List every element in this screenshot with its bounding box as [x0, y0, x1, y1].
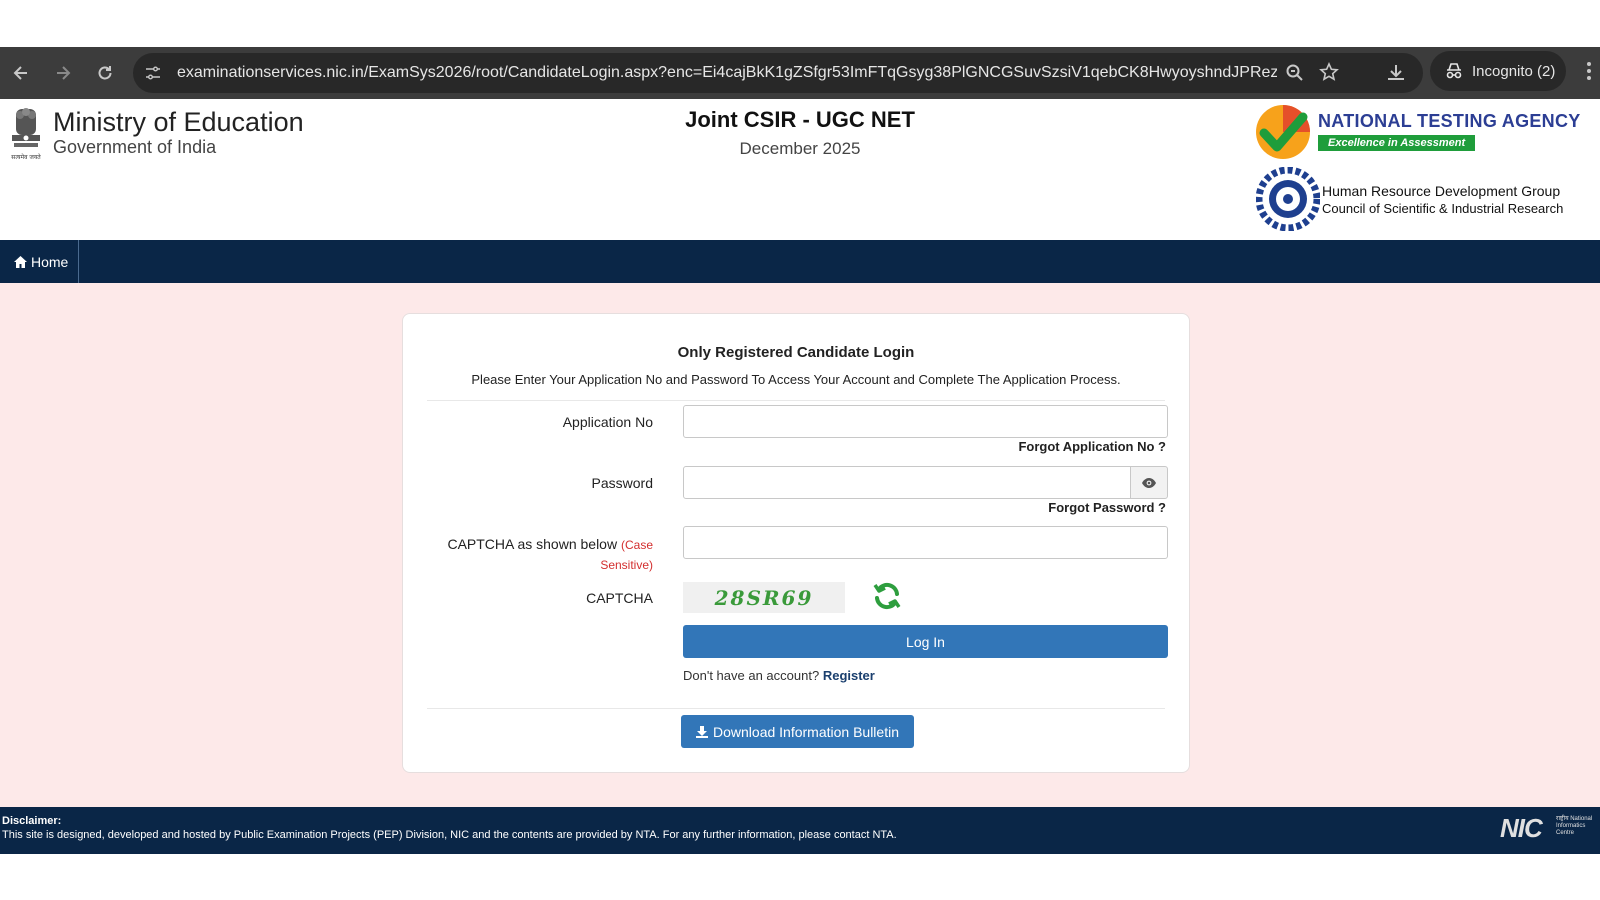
download-bulletin-label: Download Information Bulletin	[713, 723, 899, 740]
divider	[427, 708, 1165, 709]
case-sensitive-note-2: Sensitive)	[600, 558, 653, 572]
reload-button[interactable]	[84, 52, 126, 94]
downloads-button[interactable]	[1385, 62, 1407, 89]
application-no-label: Application No	[562, 414, 653, 430]
download-icon	[1388, 65, 1404, 80]
no-account-text: Don't have an account?	[683, 668, 820, 683]
eye-icon	[1142, 477, 1156, 488]
login-title: Only Registered Candidate Login	[677, 344, 915, 361]
nic-logo-caption: राष्ट्रीय National Informatics Centre	[1556, 816, 1593, 836]
refresh-captcha-icon[interactable]	[871, 580, 903, 612]
bookmark-button[interactable]	[1319, 62, 1339, 87]
login-card: Only Registered Candidate Login Please E…	[402, 313, 1190, 773]
password-label: Password	[591, 475, 653, 491]
incognito-icon	[1444, 62, 1464, 80]
application-no-input[interactable]	[683, 405, 1168, 438]
reload-icon	[98, 66, 112, 80]
star-icon	[1319, 62, 1339, 81]
incognito-badge[interactable]: Incognito (2)	[1430, 51, 1566, 91]
zoom-icon	[1286, 64, 1303, 81]
back-button[interactable]	[0, 52, 42, 94]
download-icon	[696, 725, 708, 738]
nav-home-label: Home	[31, 253, 69, 270]
bottom-blank-area	[0, 854, 1600, 900]
arrow-right-icon	[57, 66, 71, 80]
case-sensitive-note-1: (Case	[620, 538, 653, 552]
forward-button[interactable]	[42, 52, 84, 94]
nav-home-link[interactable]: Home	[0, 240, 80, 283]
captcha-input-label-text: CAPTCHA as shown below	[447, 536, 618, 552]
home-icon	[14, 255, 27, 268]
nic-logo: NIC	[1500, 813, 1543, 843]
captcha-input[interactable]	[683, 526, 1168, 559]
nta-title: NATIONAL TESTING AGENCY	[1318, 111, 1581, 131]
login-description: Please Enter Your Application No and Pas…	[471, 372, 1121, 387]
captcha-image: 28SR69	[683, 582, 845, 613]
captcha-label: CAPTCHA	[586, 590, 653, 606]
divider	[427, 400, 1165, 401]
browser-toolbar: examinationservices.nic.in/ExamSys2026/r…	[0, 47, 1600, 99]
tune-icon	[146, 66, 160, 80]
nta-logo-icon	[1256, 105, 1310, 159]
csir-logo-icon	[1256, 167, 1320, 231]
download-bulletin-button[interactable]: Download Information Bulletin	[681, 715, 914, 748]
csir-line-1: Human Resource Development Group	[1322, 183, 1561, 199]
url-text[interactable]: examinationservices.nic.in/ExamSys2026/r…	[177, 64, 1277, 82]
incognito-label: Incognito (2)	[1472, 62, 1556, 80]
zoom-button[interactable]	[1285, 63, 1305, 88]
register-link[interactable]: Register	[823, 668, 875, 683]
password-input[interactable]	[683, 466, 1131, 499]
login-button[interactable]: Log In	[683, 625, 1168, 658]
site-footer: Disclaimer: This site is designed, devel…	[0, 807, 1600, 854]
arrow-left-icon	[13, 66, 27, 80]
show-password-button[interactable]	[1130, 466, 1168, 499]
browser-menu-button[interactable]	[1586, 61, 1592, 86]
disclaimer-text: This site is designed, developed and hos…	[2, 829, 897, 841]
main-navbar: Home	[0, 240, 1600, 283]
site-info-button[interactable]	[133, 64, 173, 82]
kebab-menu-icon	[1587, 62, 1591, 80]
register-row: Don't have an account? Register	[683, 668, 875, 683]
csir-line-2: Council of Scientific & Industrial Resea…	[1322, 201, 1564, 216]
nta-tagline: Excellence in Assessment	[1318, 135, 1476, 151]
forgot-application-no-link[interactable]: Forgot Application No ?	[1018, 439, 1166, 454]
top-blank-area	[0, 0, 1600, 47]
main-content: Only Registered Candidate Login Please E…	[0, 283, 1600, 807]
address-bar[interactable]: examinationservices.nic.in/ExamSys2026/r…	[133, 53, 1423, 93]
forgot-password-link[interactable]: Forgot Password ?	[1048, 500, 1166, 515]
disclaimer-title: Disclaimer:	[2, 815, 62, 827]
captcha-input-label: CAPTCHA as shown below (Case Sensitive)	[447, 535, 653, 575]
site-header: सत्यमेव जयते Ministry of Education Gover…	[0, 99, 1600, 240]
